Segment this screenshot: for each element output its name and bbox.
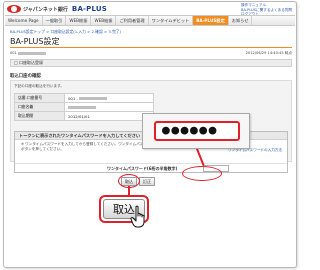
page-title: BA-PLUS設定 [10,37,60,46]
nav-item-web-salary[interactable]: WEB給振 [91,16,117,25]
input-highlight [182,166,222,181]
row-value: 2012/01/01 [64,111,154,121]
breadcrumb[interactable]: BA-PLUS設定トップ > 口座取込設定(1.入力 > 2.確認 > 3.完了… [10,29,121,35]
account-prefix: 001 [10,51,17,55]
title-divider [10,47,292,48]
checkbox-icon: □ [14,60,18,65]
nav-item-general[interactable]: 一般取引 [43,16,67,25]
instruction-text: 下記の口座の取込を行います。 [14,84,64,88]
nav-item-notice[interactable]: お知らせ [229,16,253,25]
section-label: 口座取込登録 [19,60,44,65]
clear-button[interactable]: 訂正 [139,177,155,186]
brand-name: BA-PLUS [71,5,108,13]
callout-password-field: ●●●●●● [154,121,240,141]
nav-item-onetime-debit[interactable]: ワンタイムデビット [149,16,194,25]
subheading: 取込口座の確認 [10,74,41,79]
row-label: 店番-口座番号 [14,93,65,103]
row-label: 口座名義 [14,102,65,112]
account-row: 001 2012/06/29 14:40:45 時点 [10,51,292,57]
row-label: 取込期間 [14,111,65,121]
nav-item-web-transfer[interactable]: WEB総振 [66,16,92,25]
password-label: ワンタイムパスワード(6桁の半角数字) [107,166,178,171]
main-nav: Welcome Page 一般取引 WEB総振 WEB給振 ご利用者管理 ワンタ… [5,15,295,26]
masked-value [79,97,108,100]
bank-logo-icon [7,5,21,13]
row-value [64,102,154,112]
password-row: ワンタイムパスワード(6桁の半角数字) [15,163,287,173]
nav-item-ba-plus-settings[interactable]: BA-PLUS設定 [193,16,229,25]
table-row: 取込期間 2012/01/01 [14,111,154,121]
row-value: 001 - [64,93,154,103]
table-row: 口座名義 [14,102,154,112]
nav-item-welcome[interactable]: Welcome Page [5,16,43,25]
masked-account [18,51,47,55]
masked-value [68,106,96,109]
nav-item-user-admin[interactable]: ご利用者管理 [116,16,149,25]
table-row: 店番-口座番号 001 - [14,93,154,103]
logo: ジャパンネット銀行 BA-PLUS [7,5,107,13]
hand-cursor-icon [130,205,145,228]
password-callout: ●●●●●● [142,113,250,149]
detail-table: 店番-口座番号 001 - 口座名義 取込期間 2012/01/01 [14,93,154,121]
header: ジャパンネット銀行 BA-PLUS 操作マニュアル BA-PLUSに関するよくあ… [4,2,296,16]
logo-text: ジャパンネット銀行 [23,6,68,13]
timestamp: 2012/06/29 14:40:45 時点 [245,51,292,55]
section-bar: □ 口座取込登録 [10,59,292,67]
